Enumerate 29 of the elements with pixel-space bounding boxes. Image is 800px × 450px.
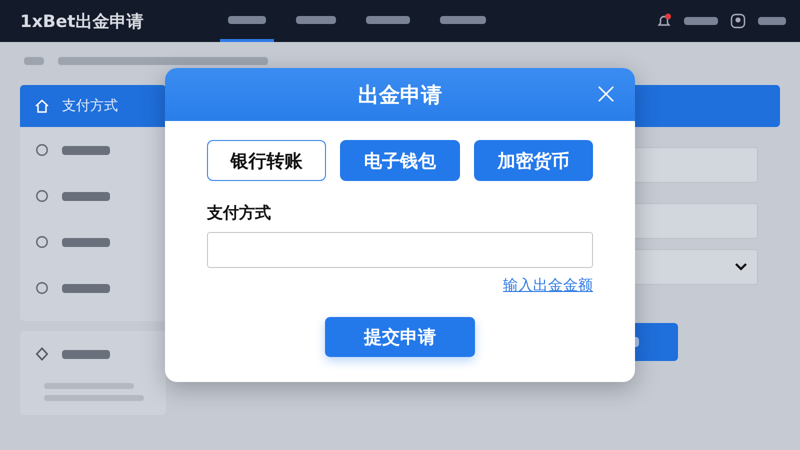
input-field[interactable] — [207, 232, 593, 268]
field-label: 支付方式 — [207, 203, 272, 224]
circle-icon — [34, 234, 50, 250]
sidebar-item[interactable]: 支付方式 — [20, 85, 166, 127]
blurred-text — [62, 238, 110, 246]
blurred-text — [440, 16, 486, 24]
brand-title: 1xBet出金申请 — [20, 10, 144, 32]
blurred-text — [684, 17, 718, 25]
blurred-text — [228, 16, 266, 24]
home-icon — [34, 98, 50, 114]
circle-icon — [34, 280, 50, 296]
method-tab[interactable]: 电子钱包 — [340, 140, 460, 181]
circle-icon — [34, 188, 50, 204]
submit-button[interactable]: 提交申请 — [325, 317, 475, 357]
blurred-text — [366, 16, 410, 24]
blurred-text — [62, 192, 110, 200]
circle-icon — [34, 142, 50, 158]
blurred-text — [24, 57, 44, 65]
blurred-text — [62, 350, 110, 358]
blurred-text — [758, 17, 786, 25]
dialog-title: 出金申请 — [358, 82, 442, 108]
chevron-icon — [735, 263, 747, 271]
close-icon[interactable] — [597, 85, 615, 103]
blurred-text — [296, 16, 336, 24]
method-tab[interactable]: 银行转账 — [207, 140, 326, 181]
method-tab[interactable]: 加密货币 — [474, 140, 593, 181]
amount-link[interactable]: 输入出金金额 — [503, 276, 593, 295]
blurred-text — [62, 284, 110, 292]
blurred-text — [62, 146, 110, 154]
